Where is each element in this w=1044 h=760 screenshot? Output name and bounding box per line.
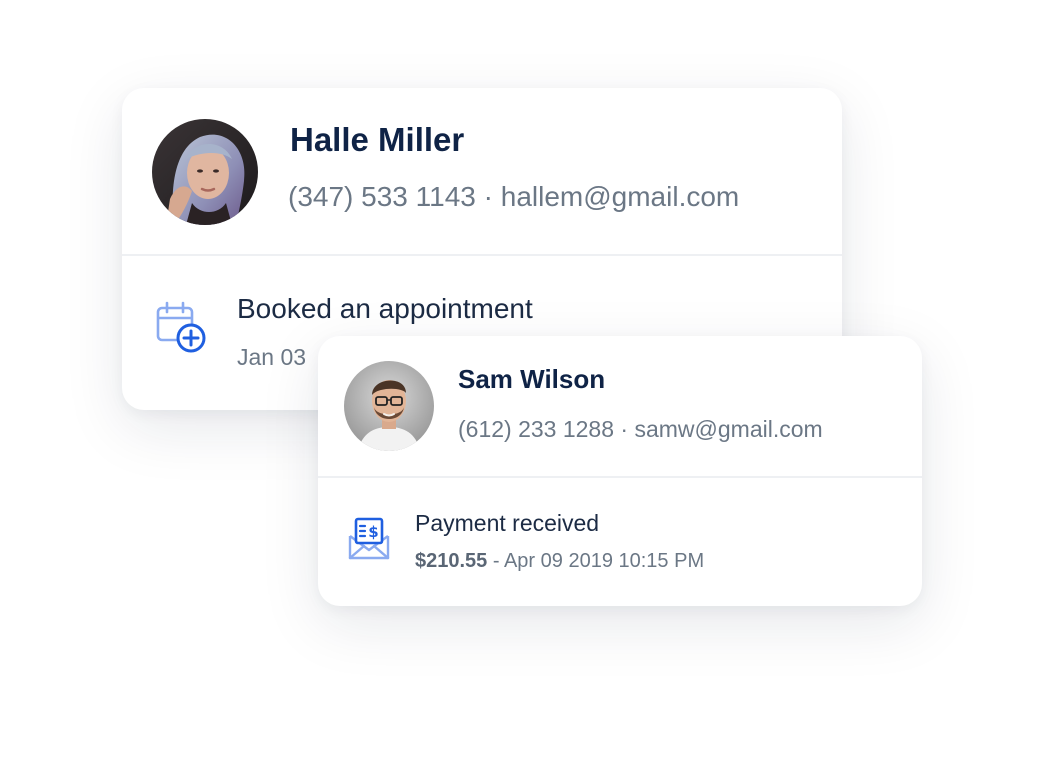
avatar-photo [344, 361, 434, 451]
contact-card-header: Sam Wilson (612) 233 1288 · samw@gmail.c… [318, 336, 922, 478]
avatar [152, 119, 258, 225]
contact-email: hallem@gmail.com [500, 181, 740, 212]
svg-text:$: $ [368, 523, 378, 541]
contact-card-header: Halle Miller (347) 533 1143 · hallem@gma… [122, 88, 842, 256]
contact-separator: · [475, 181, 501, 212]
payment-envelope-icon: $ [346, 516, 392, 562]
calendar-add-icon [154, 300, 210, 356]
avatar [344, 361, 434, 451]
activity-meta: $210.55 - Apr 09 2019 10:15 PM [415, 550, 704, 573]
contact-phone: (612) 233 1288 [458, 416, 615, 442]
avatar-photo [152, 119, 258, 225]
contact-details: (347) 533 1143 · hallem@gmail.com [288, 181, 739, 213]
contact-details: (612) 233 1288 · samw@gmail.com [458, 416, 823, 443]
payment-amount: $210.55 [415, 550, 488, 572]
contact-separator: · [614, 416, 635, 442]
activity-title: Payment received [415, 510, 600, 536]
activity-feed-stage: Halle Miller (347) 533 1143 · hallem@gma… [0, 0, 1044, 760]
contact-phone: (347) 533 1143 [288, 181, 476, 212]
activity-datetime: Apr 09 2019 10:15 PM [503, 550, 705, 572]
activity-title: Booked an appointment [237, 293, 533, 324]
activity-separator: - [487, 550, 504, 572]
contact-email: samw@gmail.com [634, 416, 823, 442]
activity-date: Jan 03 [237, 344, 307, 370]
contact-name: Halle Miller [290, 121, 465, 158]
contact-card-sam-wilson[interactable]: Sam Wilson (612) 233 1288 · samw@gmail.c… [318, 336, 922, 606]
contact-name: Sam Wilson [458, 364, 606, 394]
